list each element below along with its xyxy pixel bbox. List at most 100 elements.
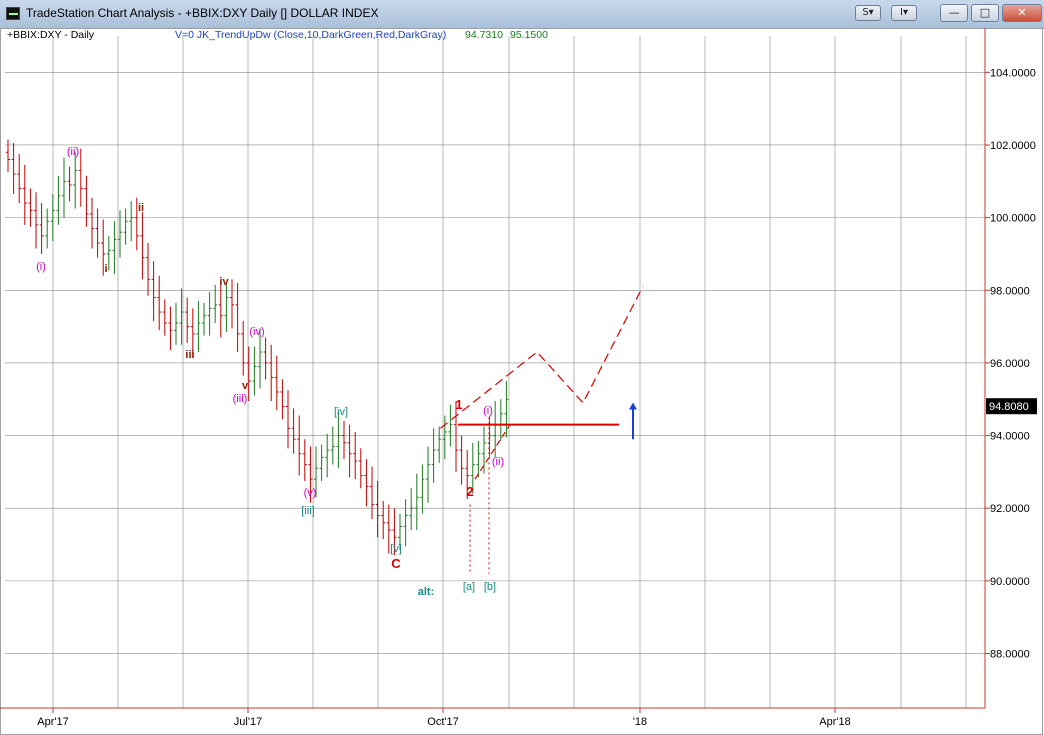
y-tick-label: 94.0000 [990, 431, 1030, 443]
price-bar [375, 480, 380, 538]
price-bar [426, 446, 430, 503]
price-bar [67, 166, 72, 202]
wave-label: [v] [390, 543, 402, 555]
price-bar [22, 164, 27, 225]
y-tick-label: 100.0000 [990, 213, 1036, 225]
y-tick-label: 88.0000 [990, 649, 1030, 661]
maximize-button[interactable]: □ [971, 4, 999, 22]
price-bar [358, 448, 363, 489]
price-bar [263, 337, 268, 380]
price-bar [17, 154, 22, 204]
price-bar [274, 355, 279, 411]
price-bar [381, 500, 386, 540]
close-button[interactable]: ✕ [1002, 4, 1042, 22]
price-bar [90, 197, 94, 249]
wave-label: 2 [466, 484, 473, 499]
price-bar [286, 390, 290, 449]
last-price-label: 94.8080 [989, 401, 1029, 413]
price-bar [168, 306, 173, 351]
price-bar [459, 435, 464, 485]
price-bar [157, 275, 162, 331]
wave-label: i [104, 263, 107, 275]
wave-label: (ii) [492, 456, 504, 468]
y-tick-label: 98.0000 [990, 285, 1030, 297]
price-bar [129, 201, 134, 242]
price-bar [269, 344, 274, 402]
price-bar [174, 302, 178, 345]
wave-label: [a] [463, 581, 475, 593]
price-bar [330, 426, 335, 465]
price-bar [112, 221, 117, 274]
price-bar [336, 411, 341, 469]
price-bar [319, 444, 324, 481]
price-bar [280, 379, 285, 420]
price-bar [73, 152, 78, 209]
price-bar [146, 243, 150, 296]
price-bar [504, 381, 509, 438]
price-bar [241, 321, 246, 376]
price-bar [420, 464, 425, 514]
price-bar [202, 302, 206, 336]
price-bar [45, 208, 50, 249]
price-bar [207, 292, 212, 336]
price-bar [235, 283, 240, 353]
x-tick-label: Apr'17 [37, 716, 68, 728]
ohlc-bars [6, 139, 509, 556]
wave-label: [iii] [301, 505, 314, 517]
minimize-button[interactable]: — [940, 4, 968, 22]
wave-label: iv [219, 276, 229, 288]
price-bar [185, 297, 190, 343]
window-title: TradeStation Chart Analysis - +BBIX:DXY … [26, 6, 379, 20]
price-bar [347, 424, 352, 478]
wave-label: v [242, 380, 249, 392]
tradestation-app-icon [6, 7, 20, 20]
price-bar [325, 433, 330, 478]
price-bar [123, 208, 128, 245]
y-tick-label: 102.0000 [990, 140, 1036, 152]
chart-frame [0, 28, 1043, 735]
wave-label: 1 [455, 397, 462, 412]
price-bar [140, 212, 145, 280]
trendline [474, 424, 511, 480]
price-bar [252, 346, 257, 396]
x-tick-label: Oct'17 [427, 716, 458, 728]
y-tick-label: 92.0000 [990, 503, 1030, 515]
wave-label: (i) [483, 405, 493, 417]
wave-label: (iv) [249, 326, 264, 338]
chart-grid [0, 28, 1043, 735]
price-bar [28, 188, 33, 227]
x-tick-label: Jul'17 [234, 716, 262, 728]
price-bar [448, 404, 453, 447]
price-bar [291, 408, 296, 454]
price-bar [95, 208, 100, 258]
price-bar [498, 399, 503, 442]
price-bar [11, 143, 16, 195]
price-bar [151, 261, 156, 322]
indicator-menu-button[interactable]: I▾ [891, 5, 917, 21]
price-bar [353, 431, 358, 480]
price-bar [342, 421, 346, 460]
wave-label: (iii) [233, 393, 248, 405]
price-bar [476, 441, 481, 478]
price-bar [442, 415, 447, 460]
price-bar [162, 299, 167, 336]
wave-label: (ii) [67, 146, 79, 158]
price-bar [246, 346, 251, 402]
up-arrow-head [629, 402, 637, 410]
window-titlebar: TradeStation Chart Analysis - +BBIX:DXY … [0, 0, 1044, 29]
price-bar [218, 281, 223, 338]
price-bar [62, 157, 66, 218]
price-bar [297, 415, 302, 476]
y-tick-label: 96.0000 [990, 358, 1030, 370]
wave-label: [b] [484, 581, 496, 593]
chart-overlays [440, 286, 644, 574]
price-chart[interactable]: (ii)(i)iiiiviii(iv)v(iii)[iv](v)[iii][v]… [0, 28, 1044, 735]
price-bar [414, 473, 419, 531]
wave-label: ii [138, 202, 144, 214]
style-menu-button[interactable]: S▾ [855, 5, 881, 21]
price-bar [196, 301, 201, 353]
wave-label: iii [185, 349, 194, 361]
x-tick-label: Apr'18 [819, 716, 850, 728]
y-tick-label: 104.0000 [990, 67, 1036, 79]
price-bar [403, 499, 408, 547]
